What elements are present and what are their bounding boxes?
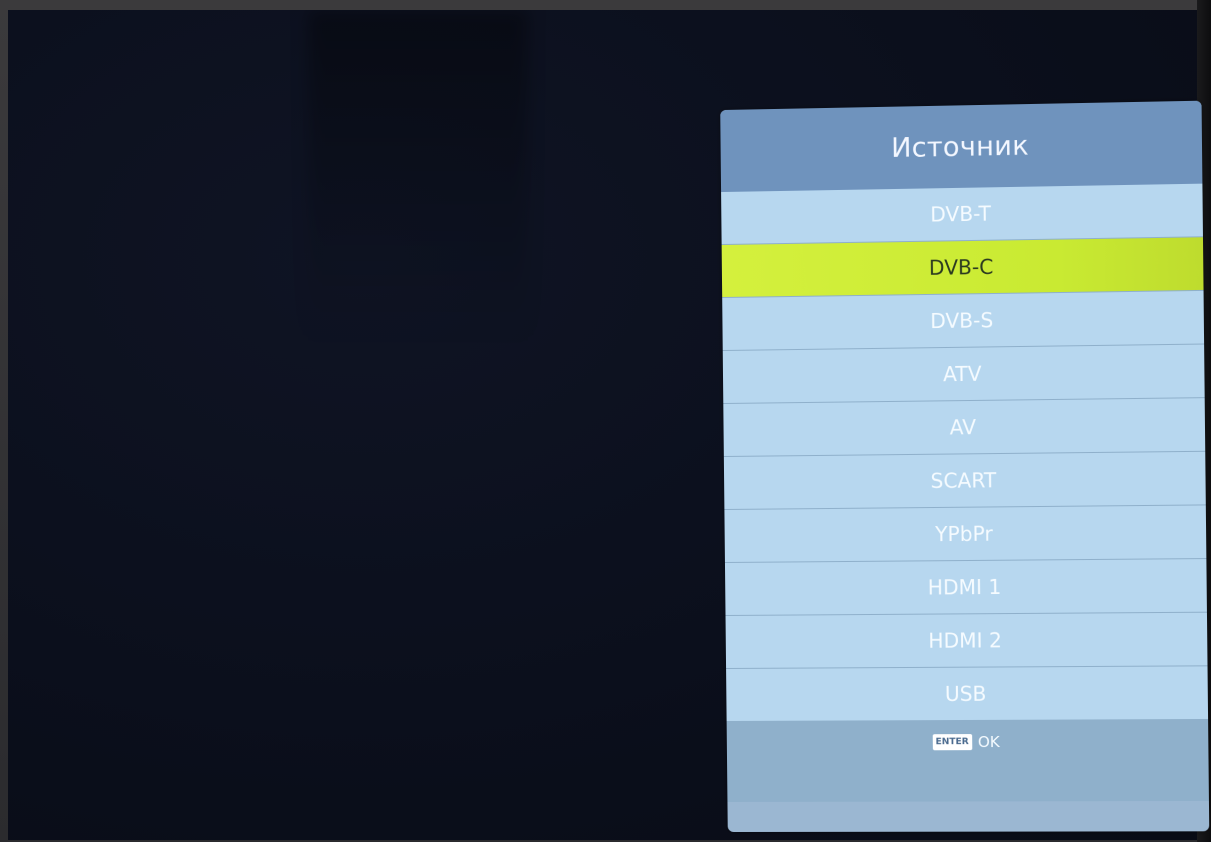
source-item-dvb-c[interactable]: DVB-C [721, 237, 1204, 299]
screen-reflection [308, 10, 528, 340]
source-item-atv[interactable]: ATV [722, 344, 1205, 405]
photo-frame: Источник DVB-T DVB-C DVB-S ATV AV SCART … [0, 0, 1211, 842]
source-item-scart[interactable]: SCART [723, 451, 1206, 510]
ok-label: OK [977, 732, 1000, 752]
source-item-dvb-s[interactable]: DVB-S [722, 290, 1205, 352]
enter-ok-hint: ENTER OK [932, 733, 1000, 751]
source-item-dvb-t[interactable]: DVB-T [721, 183, 1203, 246]
source-list: DVB-T DVB-C DVB-S ATV AV SCART YPbPr HDM… [721, 183, 1209, 723]
source-item-ypbpr[interactable]: YPbPr [724, 505, 1207, 563]
source-menu-footer: ENTER OK [726, 719, 1209, 803]
source-item-usb[interactable]: USB [726, 666, 1209, 723]
enter-key-icon: ENTER [932, 734, 972, 751]
source-menu-panel: Источник DVB-T DVB-C DVB-S ATV AV SCART … [720, 100, 1210, 833]
source-menu-title: Источник [720, 100, 1203, 193]
source-item-hdmi-1[interactable]: HDMI 1 [724, 559, 1207, 616]
source-item-av[interactable]: AV [723, 398, 1206, 458]
source-item-hdmi-2[interactable]: HDMI 2 [725, 612, 1208, 669]
